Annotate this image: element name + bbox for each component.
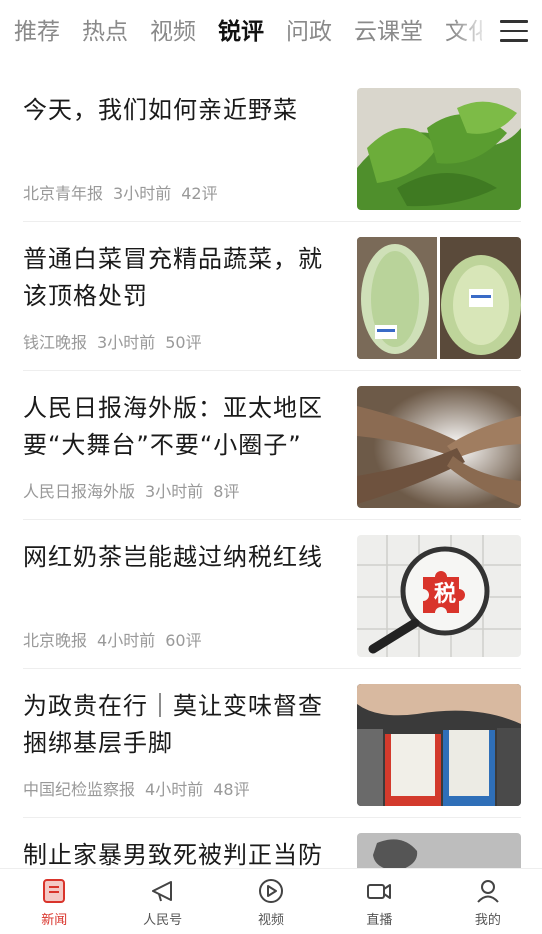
tax-character-text: 税: [434, 581, 456, 607]
article-title[interactable]: 人民日报海外版：亚太地区要“大舞台”不要“小圈子”: [23, 390, 341, 464]
article-source: 北京晚报: [23, 631, 88, 650]
article-comments: 42评: [181, 184, 218, 203]
camera-icon: [367, 884, 392, 899]
tab-hot[interactable]: 热点: [82, 14, 128, 54]
tabs-fade-overlay: [452, 10, 492, 54]
article-source: 人民日报海外版: [23, 482, 136, 501]
article-item[interactable]: 为政贵在行｜莫让变味督查捆绑基层手脚 中国纪检监察报 4小时前 48评: [23, 668, 521, 818]
binders-image[interactable]: [357, 684, 521, 806]
nav-label: 我的: [474, 913, 501, 928]
article-comments: 48评: [213, 780, 250, 799]
article-meta: 北京青年报 3小时前 42评: [23, 180, 228, 204]
article-time: 4小时前: [97, 631, 156, 650]
article-title[interactable]: 网红奶茶岂能越过纳税红线: [23, 539, 341, 576]
article-comments: 8评: [213, 482, 240, 501]
tab-politics[interactable]: 问政: [286, 14, 332, 54]
tab-recommend[interactable]: 推荐: [14, 14, 60, 54]
article-meta: 中国纪检监察报 4小时前 48评: [23, 776, 260, 800]
article-time: 3小时前: [113, 184, 172, 203]
cabbage-image[interactable]: [357, 237, 521, 359]
article-item[interactable]: 网红奶茶岂能越过纳税红线 北京晚报 4小时前 60评 税: [23, 519, 521, 669]
nav-people-account[interactable]: 人民号: [108, 869, 216, 934]
article-source: 北京青年报: [23, 184, 104, 203]
nav-profile[interactable]: 我的: [434, 869, 542, 934]
article-item[interactable]: 人民日报海外版：亚太地区要“大舞台”不要“小圈子” 人民日报海外版 3小时前 8评: [23, 370, 521, 520]
nav-news[interactable]: 新闻: [0, 869, 108, 934]
article-time: 3小时前: [97, 333, 156, 352]
wild-vegetables-image[interactable]: [357, 88, 521, 210]
tab-video[interactable]: 视频: [150, 14, 196, 54]
tax-puzzle-image[interactable]: 税: [357, 535, 521, 657]
article-source: 钱江晚报: [23, 333, 88, 352]
article-item[interactable]: 今天，我们如何亲近野菜 北京青年报 3小时前 42评: [23, 72, 521, 222]
nav-label: 视频: [258, 913, 285, 928]
top-tab-bar: 推荐 热点 视频 锐评 问政 云课堂 文化: [0, 0, 542, 64]
menu-icon[interactable]: [500, 20, 528, 44]
article-title[interactable]: 普通白菜冒充精品蔬菜，就该顶格处罚: [23, 241, 341, 315]
channel-tabs: 推荐 热点 视频 锐评 问政 云课堂 文化: [14, 14, 482, 54]
megaphone-icon: [151, 881, 172, 902]
article-source: 中国纪检监察报: [23, 780, 136, 799]
tab-commentary[interactable]: 锐评: [218, 14, 264, 54]
article-comments: 60评: [165, 631, 202, 650]
article-meta: 北京晚报 4小时前 60评: [23, 627, 212, 651]
article-meta: 人民日报海外版 3小时前 8评: [23, 478, 249, 502]
nav-label: 直播: [366, 913, 393, 928]
nav-label: 新闻: [41, 913, 68, 928]
nav-video[interactable]: 视频: [217, 869, 325, 934]
article-meta: 钱江晚报 3小时前 50评: [23, 329, 212, 353]
article-item[interactable]: 普通白菜冒充精品蔬菜，就该顶格处罚 钱江晚报 3小时前 50评: [23, 221, 521, 371]
article-time: 3小时前: [145, 482, 204, 501]
bottom-navigation: 新闻 人民号 视频 直播 我的: [0, 868, 542, 934]
nav-label: 人民号: [143, 913, 183, 928]
news-icon: [43, 879, 66, 903]
article-title[interactable]: 制止家暴男致死被判正当防: [23, 837, 341, 868]
article-list[interactable]: 今天，我们如何亲近野菜 北京青年报 3小时前 42评 普通白菜冒充精品蔬菜，就该顶格…: [0, 64, 542, 868]
play-icon: [259, 879, 284, 903]
article-item[interactable]: 制止家暴男致死被判正当防: [23, 817, 521, 868]
joined-arms-image[interactable]: [357, 386, 521, 508]
article-title[interactable]: 今天，我们如何亲近野菜: [23, 92, 341, 129]
article-time: 4小时前: [145, 780, 204, 799]
article-title[interactable]: 为政贵在行｜莫让变味督查捆绑基层手脚: [23, 688, 341, 762]
nav-live[interactable]: 直播: [325, 869, 433, 934]
fist-image[interactable]: [357, 833, 521, 868]
user-icon: [477, 880, 499, 903]
tab-cloud-class[interactable]: 云课堂: [354, 14, 423, 54]
article-comments: 50评: [165, 333, 202, 352]
